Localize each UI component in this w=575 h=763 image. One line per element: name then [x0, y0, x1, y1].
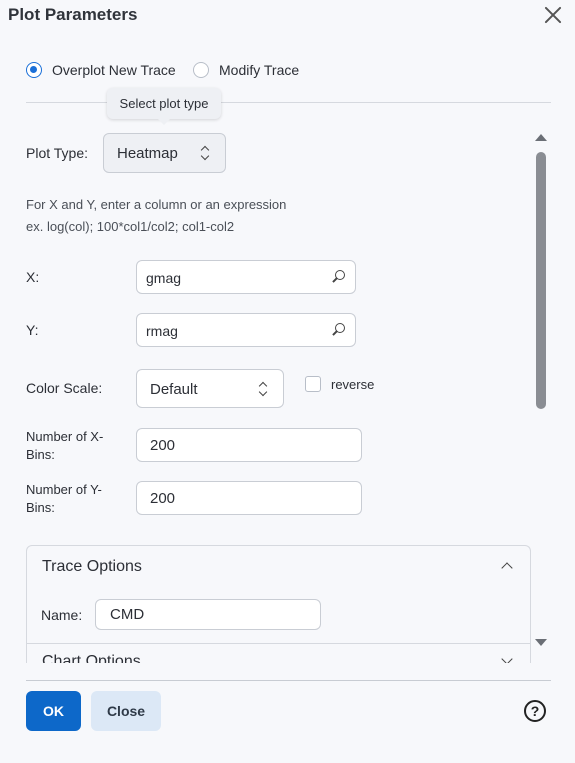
plot-type-select[interactable]: Heatmap	[103, 133, 226, 173]
x-bins-label: Number of X- Bins:	[26, 428, 103, 464]
search-icon[interactable]	[335, 323, 345, 333]
radio-modify[interactable]	[193, 62, 209, 78]
trace-name-label: Name:	[41, 607, 83, 623]
radio-modify-label[interactable]: Modify Trace	[219, 62, 299, 78]
y-bins-label-line1: Number of Y-	[26, 482, 102, 497]
scrollbar-thumb[interactable]	[536, 152, 546, 409]
chevron-down-icon[interactable]	[501, 653, 513, 663]
x-input-value: gmag	[146, 270, 182, 286]
x-bins-input[interactable]: 200	[136, 428, 362, 462]
y-input[interactable]: rmag	[136, 313, 356, 347]
expression-hint-line1: For X and Y, enter a column or an expres…	[26, 197, 287, 212]
chevron-updown-icon	[259, 381, 269, 397]
radio-overplot[interactable]	[26, 62, 42, 78]
scroll-down-arrow[interactable]	[535, 639, 547, 646]
scroll-up-arrow[interactable]	[535, 134, 547, 141]
y-input-value: rmag	[146, 323, 178, 339]
chart-options-title[interactable]: Chart Options	[42, 653, 141, 663]
reverse-checkbox[interactable]	[305, 376, 321, 392]
y-bins-label-line2: Bins:	[26, 500, 55, 515]
y-label: Y:	[26, 322, 39, 338]
trace-name-input[interactable]: CMD	[95, 599, 321, 630]
x-label: X:	[26, 269, 40, 285]
x-bins-label-line2: Bins:	[26, 447, 55, 462]
radio-overplot-label[interactable]: Overplot New Trace	[52, 62, 176, 78]
y-bins-input[interactable]: 200	[136, 481, 362, 515]
section-divider	[27, 643, 530, 644]
plot-type-label: Plot Type:	[26, 145, 89, 161]
close-icon[interactable]	[542, 4, 564, 26]
x-bins-label-line1: Number of X-	[26, 429, 104, 444]
ok-button[interactable]: OK	[26, 691, 81, 731]
trace-options-title[interactable]: Trace Options	[42, 558, 142, 576]
reverse-label[interactable]: reverse	[331, 377, 374, 392]
trace-options-panel: Trace Options Name: CMD Chart Options	[26, 545, 531, 663]
chevron-up-icon[interactable]	[501, 562, 513, 574]
x-bins-value: 200	[150, 437, 176, 454]
help-icon[interactable]: ?	[524, 700, 546, 722]
y-bins-label: Number of Y- Bins:	[26, 481, 102, 517]
divider	[26, 102, 551, 103]
chevron-updown-icon	[201, 145, 211, 161]
expression-hint-line2: ex. log(col); 100*col1/col2; col1-col2	[26, 219, 235, 234]
x-input[interactable]: gmag	[136, 260, 356, 294]
footer-divider	[26, 680, 551, 681]
search-icon[interactable]	[335, 270, 345, 280]
y-bins-value: 200	[150, 490, 176, 507]
plot-type-value: Heatmap	[117, 145, 178, 162]
close-button[interactable]: Close	[91, 691, 161, 731]
trace-name-value: CMD	[110, 606, 145, 623]
color-scale-select[interactable]: Default	[136, 369, 284, 408]
plot-type-tooltip: Select plot type	[107, 88, 221, 125]
dialog-title: Plot Parameters	[8, 5, 138, 24]
color-scale-value: Default	[150, 381, 198, 398]
color-scale-label: Color Scale:	[26, 380, 103, 396]
